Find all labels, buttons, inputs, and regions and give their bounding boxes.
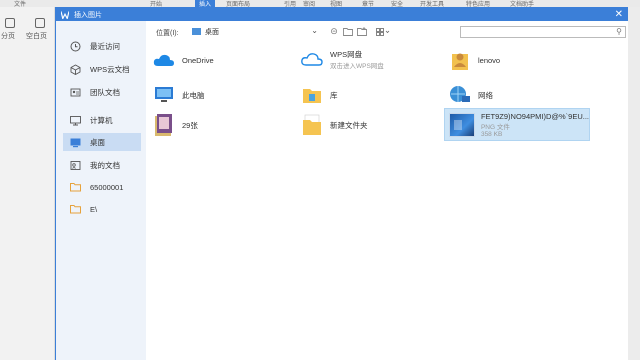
png-thumbnail xyxy=(449,112,475,137)
sidebar-item-folder-65000001[interactable]: 65000001 xyxy=(63,178,141,196)
monitor-icon xyxy=(69,114,81,126)
team-icon xyxy=(69,86,81,98)
file-name: OneDrive xyxy=(182,55,214,65)
sidebar-item-wps-cloud[interactable]: WPS云文档 xyxy=(63,60,141,78)
location-toolbar: 位置(I): 桌面 ⌄ ⊝ ⚲ xyxy=(146,21,628,43)
page-break-label[interactable]: 分页 xyxy=(1,31,15,41)
file-size: 358 KB xyxy=(480,130,503,138)
folder-icon xyxy=(69,203,81,215)
desktop-icon xyxy=(192,28,201,35)
back-icon[interactable]: ⊝ xyxy=(328,26,340,37)
desktop-icon xyxy=(69,136,81,148)
onedrive-icon xyxy=(152,48,176,72)
user-folder-icon xyxy=(448,48,472,72)
file-name: 29张 xyxy=(182,120,198,130)
sidebar-item-computer[interactable]: 计算机 xyxy=(63,111,141,129)
file-item-wps-cloud[interactable]: WPS网盘 双击进入WPS网盘 xyxy=(300,47,384,71)
blank-page-icon[interactable] xyxy=(35,18,45,28)
sidebar-item-label: 最近访问 xyxy=(90,41,120,51)
location-value: 桌面 xyxy=(205,28,219,36)
sidebar-item-desktop[interactable]: 桌面 xyxy=(63,133,141,151)
view-menu-icon[interactable] xyxy=(374,26,392,37)
file-name: 新建文件夹 xyxy=(330,120,368,130)
file-type: PNG 文件 xyxy=(480,123,510,131)
clock-icon xyxy=(69,40,81,52)
file-subtitle: 双击进入WPS网盘 xyxy=(330,62,384,70)
chevron-down-icon: ⌄ xyxy=(311,26,318,35)
file-item-library[interactable]: 库 xyxy=(300,83,338,107)
up-folder-icon[interactable] xyxy=(342,26,354,37)
background-ribbon: 文件 开始 插入 页面布局 引用 审阅 视图 章节 安全 开发工具 特色应用 文… xyxy=(0,0,640,8)
sidebar-item-label: E\ xyxy=(90,204,98,214)
new-folder-icon[interactable] xyxy=(356,26,368,37)
dialog-title: 插入图片 xyxy=(74,11,102,19)
library-icon xyxy=(300,83,324,107)
sidebar-item-label: 桌面 xyxy=(90,137,105,147)
file-name: WPS网盘 xyxy=(330,49,363,59)
sidebar-item-recent[interactable]: 最近访问 xyxy=(63,37,141,55)
new-folder-icon xyxy=(300,113,324,137)
location-dropdown[interactable]: 桌面 ⌄ xyxy=(190,25,318,38)
page-break-icon[interactable] xyxy=(5,18,15,28)
file-item-lenovo[interactable]: lenovo xyxy=(448,48,500,72)
file-item-29-images[interactable]: 29张 xyxy=(152,113,198,137)
places-sidebar: 最近访问 WPS云文档 团队文档 计算机 桌面 我的文档 65000001 E\ xyxy=(56,21,146,360)
background-right-edge xyxy=(628,7,640,360)
file-item-new-folder[interactable]: 新建文件夹 xyxy=(300,113,368,137)
documents-icon xyxy=(69,159,81,171)
file-name: lenovo xyxy=(478,55,501,65)
search-input[interactable]: ⚲ xyxy=(460,26,626,38)
sidebar-item-label: 我的文档 xyxy=(90,160,120,170)
file-name: 网络 xyxy=(478,90,493,100)
cube-icon xyxy=(69,63,81,75)
wps-logo-icon xyxy=(61,10,69,19)
sidebar-item-my-documents[interactable]: 我的文档 xyxy=(63,156,141,174)
file-name: FET9Z9)NO94PMI)D@%`9EU... xyxy=(480,111,589,121)
file-item-onedrive[interactable]: OneDrive xyxy=(152,48,214,72)
sidebar-item-label: 65000001 xyxy=(90,182,124,192)
insert-picture-dialog: 插入图片 ✕ 最近访问 WPS云文档 团队文档 计算机 桌面 我的文档 6500… xyxy=(55,7,628,360)
search-icon: ⚲ xyxy=(616,27,622,36)
image-folder-icon xyxy=(152,113,176,137)
blank-page-label[interactable]: 空白页 xyxy=(26,31,47,41)
sidebar-item-label: 团队文档 xyxy=(90,87,120,97)
sidebar-item-team-docs[interactable]: 团队文档 xyxy=(63,83,141,101)
file-browser: 位置(I): 桌面 ⌄ ⊝ ⚲ OneDrive WPS网盘 双击进入WPS网盘… xyxy=(146,21,628,360)
file-name: 库 xyxy=(330,90,338,100)
folder-icon xyxy=(69,181,81,193)
wps-cloud-icon xyxy=(300,47,324,71)
this-pc-icon xyxy=(152,83,176,107)
file-item-png-selected[interactable]: FET9Z9)NO94PMI)D@%`9EU... PNG 文件 358 KB xyxy=(444,108,590,141)
file-item-network[interactable]: 网络 xyxy=(448,83,493,107)
location-label: 位置(I): xyxy=(156,30,179,37)
sidebar-item-drive-e[interactable]: E\ xyxy=(63,200,141,218)
file-name: 此电脑 xyxy=(182,90,205,100)
sidebar-item-label: WPS云文档 xyxy=(90,64,130,74)
close-icon[interactable]: ✕ xyxy=(615,9,623,20)
background-left-toolbar: 分页 空白页 xyxy=(0,7,55,360)
network-icon xyxy=(448,83,472,107)
file-item-this-pc[interactable]: 此电脑 xyxy=(152,83,205,107)
sidebar-item-label: 计算机 xyxy=(90,115,113,125)
dialog-titlebar[interactable]: 插入图片 ✕ xyxy=(56,8,627,21)
